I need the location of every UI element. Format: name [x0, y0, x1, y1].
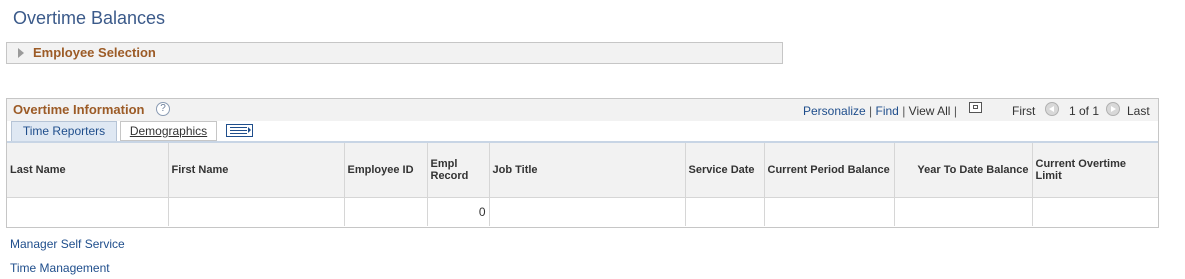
grid-title: Overtime Information	[13, 102, 145, 117]
cell-current-overtime-limit	[1032, 198, 1158, 227]
table-header-row: Last Name First Name Employee ID Empl Re…	[7, 143, 1158, 198]
tab-label: Time Reporters	[22, 124, 106, 138]
employee-selection-label[interactable]: Employee Selection	[33, 45, 156, 60]
col-service-date[interactable]: Service Date	[685, 143, 765, 198]
cell-service-date	[685, 197, 765, 226]
cell-first-name	[168, 197, 345, 226]
col-year-to-date-balance[interactable]: Year To Date Balance	[894, 143, 1033, 198]
separator: |	[953, 104, 957, 118]
col-empl-record[interactable]: Empl Record	[427, 143, 490, 198]
employee-selection-section[interactable]: Employee Selection	[6, 42, 783, 64]
cell-employee-id	[344, 197, 428, 226]
row-range: 1 of 1	[1069, 104, 1100, 118]
col-employee-id[interactable]: Employee ID	[344, 143, 428, 198]
page-title: Overtime Balances	[13, 8, 166, 28]
personalize-link[interactable]: Personalize	[803, 104, 866, 118]
tab-demographics[interactable]: Demographics	[120, 121, 217, 141]
tab-label: Demographics	[129, 124, 208, 138]
cell-last-name	[7, 197, 169, 226]
cell-empl-record: 0	[427, 197, 490, 226]
separator: |	[869, 104, 873, 118]
cell-year-to-date-balance	[894, 197, 1033, 226]
col-current-period-balance[interactable]: Current Period Balance	[764, 143, 895, 198]
separator: |	[902, 104, 906, 118]
grid-header: Overtime Information ? Personalize | Fin…	[7, 99, 1158, 121]
find-link[interactable]: Find	[876, 104, 899, 118]
manager-self-service-link[interactable]: Manager Self Service	[10, 237, 125, 251]
previous-row-button[interactable]	[1045, 102, 1059, 116]
view-all-link[interactable]: View All	[909, 104, 951, 118]
show-all-columns-icon[interactable]	[226, 124, 253, 137]
last-label: Last	[1127, 104, 1150, 118]
tab-time-reporters[interactable]: Time Reporters	[11, 121, 117, 141]
table-row: 0	[7, 197, 1158, 227]
first-label: First	[1012, 104, 1036, 118]
overtime-table: Last Name First Name Employee ID Empl Re…	[7, 143, 1158, 226]
time-management-link[interactable]: Time Management	[10, 261, 110, 275]
next-row-button[interactable]	[1106, 102, 1120, 116]
overtime-grid: Overtime Information ? Personalize | Fin…	[6, 98, 1159, 228]
cell-current-period-balance	[764, 197, 895, 226]
zoom-grid-icon[interactable]	[969, 102, 982, 113]
col-last-name[interactable]: Last Name	[7, 143, 169, 198]
col-first-name[interactable]: First Name	[168, 143, 345, 198]
expand-triangle-icon[interactable]	[18, 48, 24, 58]
col-current-overtime-limit[interactable]: Current Overtime Limit	[1032, 143, 1158, 198]
cell-job-title	[489, 197, 686, 226]
col-job-title[interactable]: Job Title	[489, 143, 686, 198]
help-icon[interactable]: ?	[156, 102, 170, 116]
